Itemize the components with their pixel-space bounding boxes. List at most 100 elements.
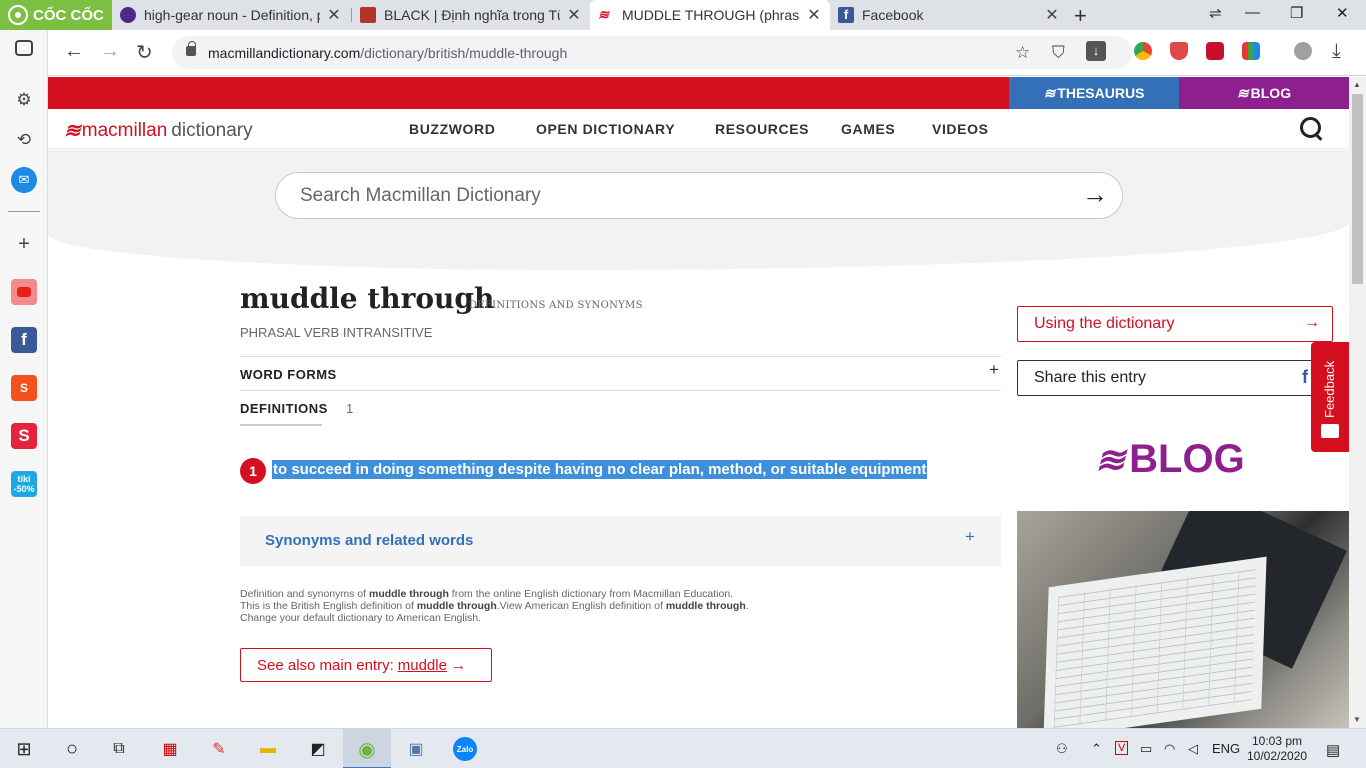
youtube-icon[interactable] xyxy=(11,279,37,305)
back-button[interactable]: ← xyxy=(64,40,84,63)
facebook-sidebar-icon[interactable]: f xyxy=(11,327,37,353)
profile-avatar-icon[interactable] xyxy=(1294,42,1312,60)
headword-subtitle: DEFINITIONS AND SYNONYMS xyxy=(469,300,643,311)
file-explorer-icon[interactable]: ▬ xyxy=(256,737,280,761)
forward-button[interactable]: → xyxy=(100,40,120,63)
macmillan-logo-icon: ≋ xyxy=(64,120,81,142)
expand-plus-icon[interactable]: + xyxy=(965,527,975,547)
download-video-icon[interactable]: ↓ xyxy=(1086,41,1106,61)
people-icon[interactable]: ⚇ xyxy=(1056,741,1068,757)
close-window-button[interactable]: ✕ xyxy=(1336,4,1349,22)
battery-icon[interactable]: ▭ xyxy=(1140,741,1152,757)
volume-icon[interactable]: ◁ xyxy=(1188,741,1198,757)
page-scrollbar[interactable]: ▲ ▼ xyxy=(1349,77,1366,728)
nav-resources[interactable]: RESOURCES xyxy=(715,121,809,137)
wifi-icon[interactable]: ◠ xyxy=(1164,741,1175,757)
restore-button[interactable]: ❐ xyxy=(1290,4,1303,22)
word-forms-toggle[interactable]: WORD FORMS xyxy=(240,367,337,382)
arrow-right-icon: → xyxy=(1304,314,1320,331)
arrow-right-icon: → xyxy=(450,656,466,674)
see-also-link[interactable]: muddle xyxy=(398,657,447,674)
notifications-icon[interactable]: ▤ xyxy=(1326,741,1340,759)
close-tab-icon[interactable]: ✕ xyxy=(566,5,582,25)
red-extension-icon[interactable] xyxy=(1206,42,1224,60)
settings-gear-icon[interactable]: ⚙ xyxy=(11,87,37,113)
tab-black[interactable]: BLACK | Định nghĩa trong Từ ✕ xyxy=(352,0,590,30)
add-sidebar-app-icon[interactable]: + xyxy=(11,231,37,257)
part-of-speech: PHRASAL VERB INTRANSITIVE xyxy=(240,325,433,340)
reload-button[interactable]: ↻ xyxy=(136,40,153,65)
minimize-button[interactable]: — xyxy=(1245,4,1260,21)
tab-search-icon[interactable]: ⇌ xyxy=(1209,4,1222,22)
expand-plus-icon[interactable]: + xyxy=(989,360,999,380)
definitions-count: 1 xyxy=(346,401,354,416)
definitions-tab[interactable]: DEFINITIONS xyxy=(240,401,328,416)
scroll-down-arrow-icon[interactable]: ▼ xyxy=(1353,715,1361,724)
sticky-notes-icon[interactable]: ◩ xyxy=(306,737,330,761)
blog-promo-image[interactable] xyxy=(1017,511,1349,728)
adblock-extension-icon[interactable] xyxy=(1170,42,1188,60)
change-default-dictionary-link[interactable]: Change your default dictionary to Americ… xyxy=(240,612,749,624)
using-dictionary-button[interactable]: Using the dictionary → xyxy=(1017,306,1333,342)
search-circle-icon[interactable]: ○ xyxy=(60,737,84,761)
scroll-up-arrow-icon[interactable]: ▲ xyxy=(1353,80,1361,89)
search-submit-arrow-icon[interactable]: → xyxy=(1082,179,1108,210)
american-definition-link[interactable]: .View American English definition of xyxy=(497,600,666,612)
colorful-extension-icon[interactable] xyxy=(1242,42,1260,60)
dictionary-search-input[interactable]: Search Macmillan Dictionary → xyxy=(275,172,1123,219)
facebook-share-icon[interactable]: f xyxy=(1302,367,1308,388)
nav-open-dictionary[interactable]: OPEN DICTIONARY xyxy=(536,121,675,137)
nav-games[interactable]: GAMES xyxy=(841,121,895,137)
vietkey-icon[interactable]: V xyxy=(1115,741,1129,755)
unikey-icon[interactable]: ▦ xyxy=(158,737,182,761)
sense-number-badge: 1 xyxy=(240,458,266,484)
close-tab-icon[interactable]: ✕ xyxy=(1044,5,1060,25)
share-entry-box: Share this entry f xyxy=(1017,360,1333,396)
feedback-tab[interactable]: Feedback xyxy=(1311,342,1349,452)
task-view-icon[interactable]: ⧉ xyxy=(107,737,131,761)
close-tab-icon[interactable]: ✕ xyxy=(806,5,822,25)
messenger-icon[interactable]: ✉ xyxy=(11,167,37,193)
omnibox[interactable]: macmillandictionary.com/dictionary/briti… xyxy=(172,36,1132,69)
see-also-label: See also main entry: xyxy=(257,656,394,674)
history-icon[interactable]: ⟲ xyxy=(11,127,37,153)
url-text[interactable]: macmillandictionary.com/dictionary/briti… xyxy=(208,45,567,61)
language-indicator[interactable]: ENG xyxy=(1212,741,1240,756)
coccoc-taskbar-icon[interactable]: ◉ xyxy=(355,737,379,761)
tab-title: MUDDLE THROUGH (phrasal xyxy=(622,7,800,23)
definition-text[interactable]: to succeed in doing something despite ha… xyxy=(272,460,928,479)
sendo-icon[interactable]: S xyxy=(11,423,37,449)
bookmark-star-icon[interactable]: ☆ xyxy=(1015,43,1030,63)
shopee-icon[interactable]: S xyxy=(11,375,37,401)
close-tab-icon[interactable]: ✕ xyxy=(326,5,342,25)
blog-banner[interactable]: ≋ BLOG xyxy=(1095,437,1245,482)
tray-chevron-up-icon[interactable]: ⌃ xyxy=(1091,741,1102,757)
nav-buzzword[interactable]: BUZZWORD xyxy=(409,121,495,137)
tab-muddle-through[interactable]: ≋ MUDDLE THROUGH (phrasal ✕ xyxy=(590,0,830,30)
chrome-extension-icon[interactable] xyxy=(1134,42,1152,60)
shield-icon[interactable]: ⛉ xyxy=(1052,43,1065,63)
scrollbar-thumb[interactable] xyxy=(1352,94,1363,284)
tiki-icon[interactable]: tiki -50% xyxy=(11,471,37,497)
nav-videos[interactable]: VIDEOS xyxy=(932,121,989,137)
zalo-icon[interactable]: Zalo xyxy=(453,737,477,761)
new-tab-button[interactable]: + xyxy=(1074,3,1087,29)
search-icon[interactable] xyxy=(1298,115,1324,141)
web-page: ≋ THESAURUS ≋ BLOG ≋ macmillan dictionar… xyxy=(48,77,1349,728)
tab-high-gear[interactable]: high-gear noun - Definition, p ✕ xyxy=(112,0,350,30)
windows-start-icon[interactable]: ⊞ xyxy=(12,737,36,761)
paint-icon[interactable]: ✎ xyxy=(207,737,231,761)
blog-link[interactable]: ≋ BLOG xyxy=(1179,77,1349,109)
downloads-icon[interactable]: ⤓ xyxy=(1332,40,1341,63)
coccoc-menu-button[interactable]: CỐC CỐC xyxy=(0,0,112,30)
divider xyxy=(240,390,1001,391)
thesaurus-link[interactable]: ≋ THESAURUS xyxy=(1009,77,1179,109)
sidebar-toggle-icon[interactable] xyxy=(15,40,33,56)
synonyms-accordion[interactable]: Synonyms and related words + xyxy=(240,516,1001,566)
system-clock[interactable]: 10:03 pm 10/02/2020 xyxy=(1247,734,1307,764)
app-taskbar-icon[interactable]: ▣ xyxy=(404,737,428,761)
see-also-main-entry-button[interactable]: See also main entry: muddle → xyxy=(240,648,492,682)
tab-title: high-gear noun - Definition, p xyxy=(144,7,320,23)
macmillan-logo[interactable]: ≋ macmillan dictionary xyxy=(64,118,253,143)
tab-facebook[interactable]: f Facebook ✕ xyxy=(830,0,1068,30)
